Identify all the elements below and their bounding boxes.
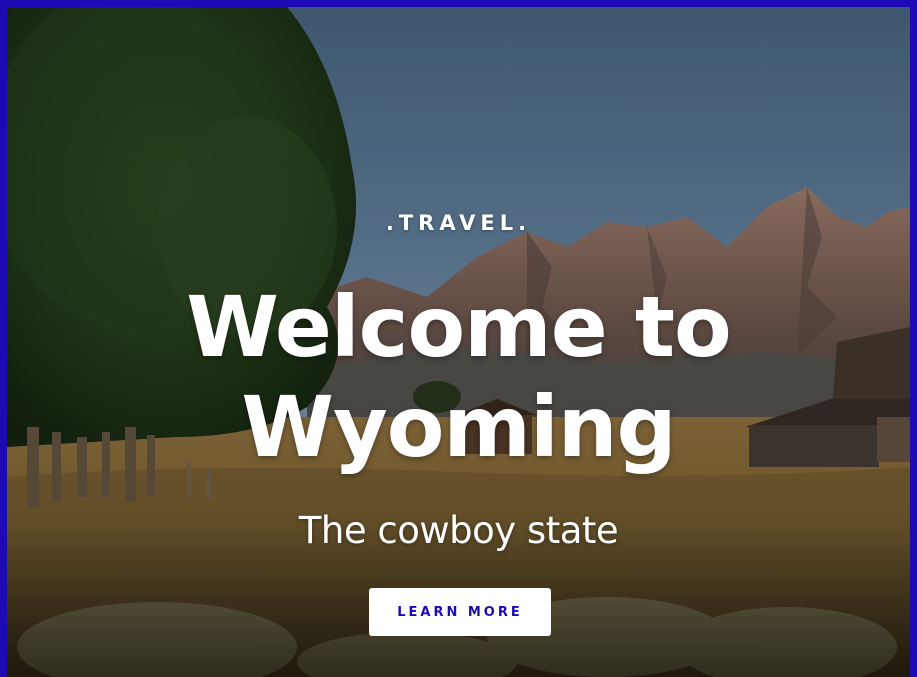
headline-line-2: Wyoming bbox=[241, 378, 676, 476]
headline-line-1: Welcome to bbox=[186, 278, 732, 376]
hero-content: .TRAVEL. Welcome to Wyoming The cowboy s… bbox=[7, 7, 910, 677]
hero-section: .TRAVEL. Welcome to Wyoming The cowboy s… bbox=[7, 7, 910, 677]
hero-subtitle: The cowboy state bbox=[298, 509, 619, 552]
eyebrow-text: .TRAVEL. bbox=[385, 211, 532, 235]
learn-more-button[interactable]: LEARN MORE bbox=[369, 588, 551, 636]
page-frame: .TRAVEL. Welcome to Wyoming The cowboy s… bbox=[0, 0, 917, 677]
hero-headline: Welcome to Wyoming bbox=[7, 277, 910, 477]
